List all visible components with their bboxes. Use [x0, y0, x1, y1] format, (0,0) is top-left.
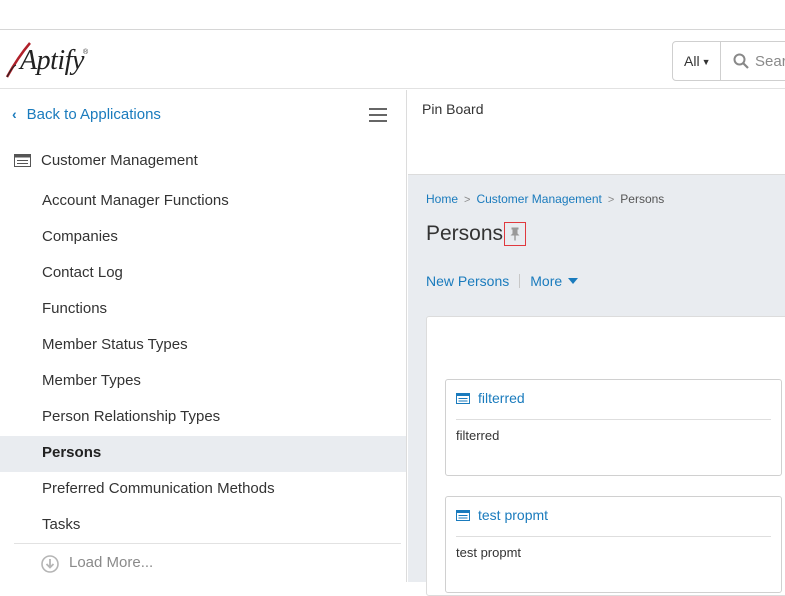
view-card-title-link[interactable]: test propmt: [456, 507, 771, 537]
arrow-down-circle-icon: [41, 555, 59, 573]
list-view-icon: [14, 154, 31, 167]
breadcrumb-customer-management[interactable]: Customer Management: [476, 192, 601, 206]
sidebar-item-preferred-communication-methods[interactable]: Preferred Communication Methods: [0, 472, 406, 508]
view-card-description: test propmt: [456, 545, 522, 560]
page-title: Persons: [426, 222, 504, 245]
new-persons-button[interactable]: New Persons: [426, 273, 509, 289]
chevron-left-icon: ‹: [12, 106, 17, 122]
pin-board-title: Pin Board: [422, 101, 484, 117]
more-label: More: [530, 273, 563, 289]
pin-board: Pin Board: [408, 90, 785, 175]
more-dropdown[interactable]: More: [530, 273, 579, 289]
list-view-icon: [456, 393, 470, 404]
breadcrumb-current: Persons: [620, 192, 665, 206]
load-more-label: Load More...: [69, 554, 154, 571]
view-card: test propmt test propmt: [445, 496, 782, 593]
search-scope-label: All: [684, 53, 700, 69]
list-view-icon: [456, 510, 470, 521]
back-label: Back to Applications: [26, 106, 161, 123]
global-search: All ▼: [672, 41, 785, 81]
caret-down-icon: ▼: [701, 57, 711, 67]
chevron-right-icon: >: [607, 194, 615, 206]
menu-icon[interactable]: [369, 108, 387, 122]
sidebar: ‹ Back to Applications Customer Managemen…: [0, 90, 407, 582]
search-input[interactable]: [755, 48, 785, 74]
sidebar-nav: Account Manager Functions Companies Cont…: [0, 184, 406, 544]
chevron-right-icon: >: [464, 194, 471, 206]
logo-text: Aptify: [20, 45, 84, 76]
load-more-button[interactable]: Load More...: [14, 543, 401, 583]
sidebar-item-person-relationship-types[interactable]: Person Relationship Types: [0, 400, 406, 436]
sidebar-item-persons[interactable]: Persons: [0, 436, 406, 472]
pin-button[interactable]: [504, 222, 526, 246]
action-divider: [519, 274, 521, 288]
sidebar-item-contact-log[interactable]: Contact Log: [0, 256, 406, 292]
sidebar-item-member-status-types[interactable]: Member Status Types: [0, 328, 406, 364]
caret-down-icon: [568, 278, 579, 284]
sidebar-item-functions[interactable]: Functions: [0, 292, 406, 328]
pin-icon: [510, 227, 520, 241]
group-label: Customer Management: [41, 152, 198, 169]
search-icon[interactable]: [733, 53, 749, 69]
sidebar-item-account-manager-functions[interactable]: Account Manager Functions: [0, 184, 406, 220]
views-panel: filterred filterred test propmt test pro…: [426, 316, 785, 596]
view-card-title-link[interactable]: filterred: [456, 390, 771, 420]
view-card-description: filterred: [456, 428, 500, 443]
app-header: Aptify ® All ▼: [0, 31, 785, 89]
search-scope-dropdown[interactable]: All ▼: [673, 42, 721, 80]
sidebar-item-member-types[interactable]: Member Types: [0, 364, 406, 400]
breadcrumb-home[interactable]: Home: [426, 192, 458, 206]
main-content: Pin Board Home > Customer Management > Perso…: [408, 90, 785, 596]
view-card-title: filterred: [478, 390, 525, 406]
sidebar-item-companies[interactable]: Companies: [0, 220, 406, 256]
sidebar-group-customer-management: Customer Management: [14, 152, 198, 169]
view-card: filterred filterred: [445, 379, 782, 476]
action-bar: New Persons More: [426, 273, 579, 289]
registered-mark: ®: [83, 49, 89, 56]
aptify-logo[interactable]: Aptify ®: [4, 37, 94, 83]
top-strip: [0, 0, 785, 30]
sidebar-item-tasks[interactable]: Tasks: [0, 508, 406, 544]
breadcrumb: Home > Customer Management > Persons: [426, 192, 664, 206]
back-to-applications-link[interactable]: ‹ Back to Applications: [12, 106, 161, 123]
view-card-title: test propmt: [478, 507, 549, 523]
